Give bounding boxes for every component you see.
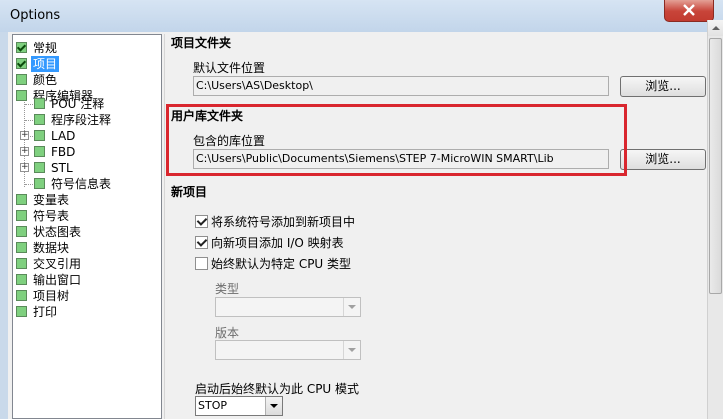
tree-item-label: 符号表 xyxy=(33,209,70,223)
vertical-scrollbar[interactable] xyxy=(707,20,723,419)
new-project-header: 新项目 xyxy=(171,185,208,199)
startup-mode-value: STOP xyxy=(198,399,227,412)
tree-item-label: LAD xyxy=(51,129,76,143)
tree-checkbox[interactable] xyxy=(16,290,27,301)
chevron-down-icon xyxy=(343,298,360,316)
add-symbols-checkbox[interactable] xyxy=(195,215,208,228)
cpu-type-select xyxy=(215,297,361,317)
expand-icon[interactable]: + xyxy=(20,163,29,172)
tree-checkbox[interactable] xyxy=(16,42,27,53)
tree-checkbox[interactable] xyxy=(16,194,27,205)
tree-checkbox[interactable] xyxy=(34,162,45,173)
tree-connector xyxy=(25,184,33,185)
tree-checkbox[interactable] xyxy=(16,226,27,237)
tree-item-label: FBD xyxy=(51,145,76,159)
tree-connector xyxy=(24,99,25,187)
close-button[interactable] xyxy=(664,0,714,22)
tree-checkbox[interactable] xyxy=(16,210,27,221)
options-tree[interactable]: 常规 项目 颜色 程序编辑器 POU 注释 程序段注释 + LAD + FBD … xyxy=(12,34,162,419)
tree-connector xyxy=(25,104,33,105)
add-io-checkbox[interactable] xyxy=(195,236,208,249)
add-io-label[interactable]: 向新项目添加 I/O 映射表 xyxy=(211,234,344,251)
tree-checkbox[interactable] xyxy=(16,58,27,69)
chevron-down-icon[interactable] xyxy=(265,397,282,415)
cpu-type-label: 类型 xyxy=(215,282,240,296)
tree-item-label: 输出窗口 xyxy=(33,273,82,287)
tree-item-label: 常规 xyxy=(33,41,58,55)
tree-checkbox[interactable] xyxy=(34,178,45,189)
tree-item-label: 打印 xyxy=(33,305,58,319)
tree-checkbox[interactable] xyxy=(16,74,27,85)
tree-item-label: 项目 xyxy=(31,56,60,72)
tree-checkbox[interactable] xyxy=(16,274,27,285)
scroll-up-icon[interactable] xyxy=(708,20,723,36)
scroll-thumb[interactable] xyxy=(709,38,722,294)
tree-checkbox[interactable] xyxy=(34,114,45,125)
tree-checkbox[interactable] xyxy=(16,258,27,269)
tree-item-label: 状态图表 xyxy=(33,225,82,239)
title-bar: Options xyxy=(0,0,723,32)
library-highlight-box xyxy=(166,104,627,176)
default-location-field[interactable]: C:\Users\AS\Desktop\ xyxy=(193,76,609,96)
tree-item-label: 数据块 xyxy=(33,241,70,255)
tree-checkbox[interactable] xyxy=(34,146,45,157)
tree-item-label: 变量表 xyxy=(33,193,70,207)
browse-library-button[interactable]: 浏览... xyxy=(620,149,706,170)
default-cpu-checkbox[interactable] xyxy=(195,257,208,270)
tree-item-label: 符号信息表 xyxy=(51,177,112,191)
tree-checkbox[interactable] xyxy=(16,90,27,101)
add-symbols-label[interactable]: 将系统符号添加到新项目中 xyxy=(211,213,355,230)
default-cpu-label[interactable]: 始终默认为特定 CPU 类型 xyxy=(211,255,351,272)
tree-connector xyxy=(25,120,33,121)
tree-checkbox[interactable] xyxy=(16,242,27,253)
tree-checkbox[interactable] xyxy=(34,98,45,109)
startup-mode-label: 启动后始终默认为此 CPU 模式 xyxy=(195,382,360,396)
tree-item-label: STL xyxy=(51,161,73,175)
tree-item-label: 交叉引用 xyxy=(33,257,82,271)
cpu-version-select xyxy=(215,340,361,360)
project-folder-header: 项目文件夹 xyxy=(171,36,232,50)
expand-icon[interactable]: + xyxy=(20,147,29,156)
window-title: Options xyxy=(10,8,61,23)
cpu-version-label: 版本 xyxy=(215,326,240,340)
browse-project-button[interactable]: 浏览... xyxy=(620,76,706,97)
tree-item-label: POU 注释 xyxy=(51,97,105,111)
expand-icon[interactable]: + xyxy=(20,131,29,140)
tree-checkbox[interactable] xyxy=(34,130,45,141)
tree-item-label: 程序段注释 xyxy=(51,113,112,127)
dialog-client: 常规 项目 颜色 程序编辑器 POU 注释 程序段注释 + LAD + FBD … xyxy=(8,32,715,419)
startup-mode-select[interactable]: STOP xyxy=(195,396,283,416)
panel-divider xyxy=(164,34,165,419)
tree-checkbox[interactable] xyxy=(16,306,27,317)
tree-item-label: 颜色 xyxy=(33,73,58,87)
default-location-label: 默认文件位置 xyxy=(193,61,266,75)
tree-item-label: 项目树 xyxy=(33,289,70,303)
chevron-down-icon xyxy=(343,341,360,359)
close-icon xyxy=(683,4,695,16)
